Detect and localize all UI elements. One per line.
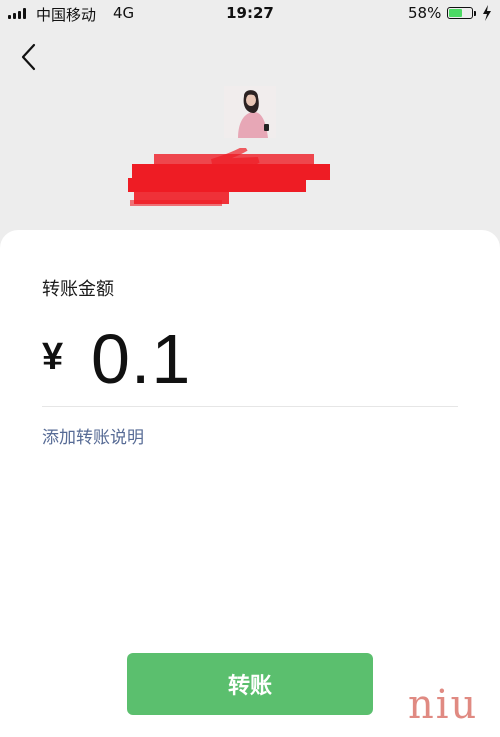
status-bar: 中国移动 4G 19:27 58% — [0, 0, 500, 28]
amount-divider — [42, 406, 458, 407]
back-button[interactable] — [14, 40, 44, 74]
redacted-name-scribble — [128, 148, 330, 206]
avatar-image — [224, 86, 276, 138]
watermark: niu — [408, 682, 479, 728]
recipient-avatar — [224, 86, 276, 138]
add-transfer-note-link[interactable]: 添加转账说明 — [42, 423, 144, 448]
battery-cap — [474, 11, 476, 16]
amount-input[interactable]: 0.1 — [91, 319, 191, 399]
chevron-left-icon — [21, 43, 36, 71]
amount-label: 转账金额 — [42, 279, 114, 300]
transfer-card: 转账金额 ¥ 0.1 添加转账说明 转账 — [0, 230, 500, 737]
charging-bolt-icon — [483, 5, 491, 21]
battery-level-fill — [449, 9, 462, 17]
transfer-button[interactable]: 转账 — [127, 653, 373, 715]
currency-symbol: ¥ — [42, 336, 64, 378]
battery-icon — [447, 7, 473, 19]
battery-percent: 58% — [408, 4, 442, 22]
